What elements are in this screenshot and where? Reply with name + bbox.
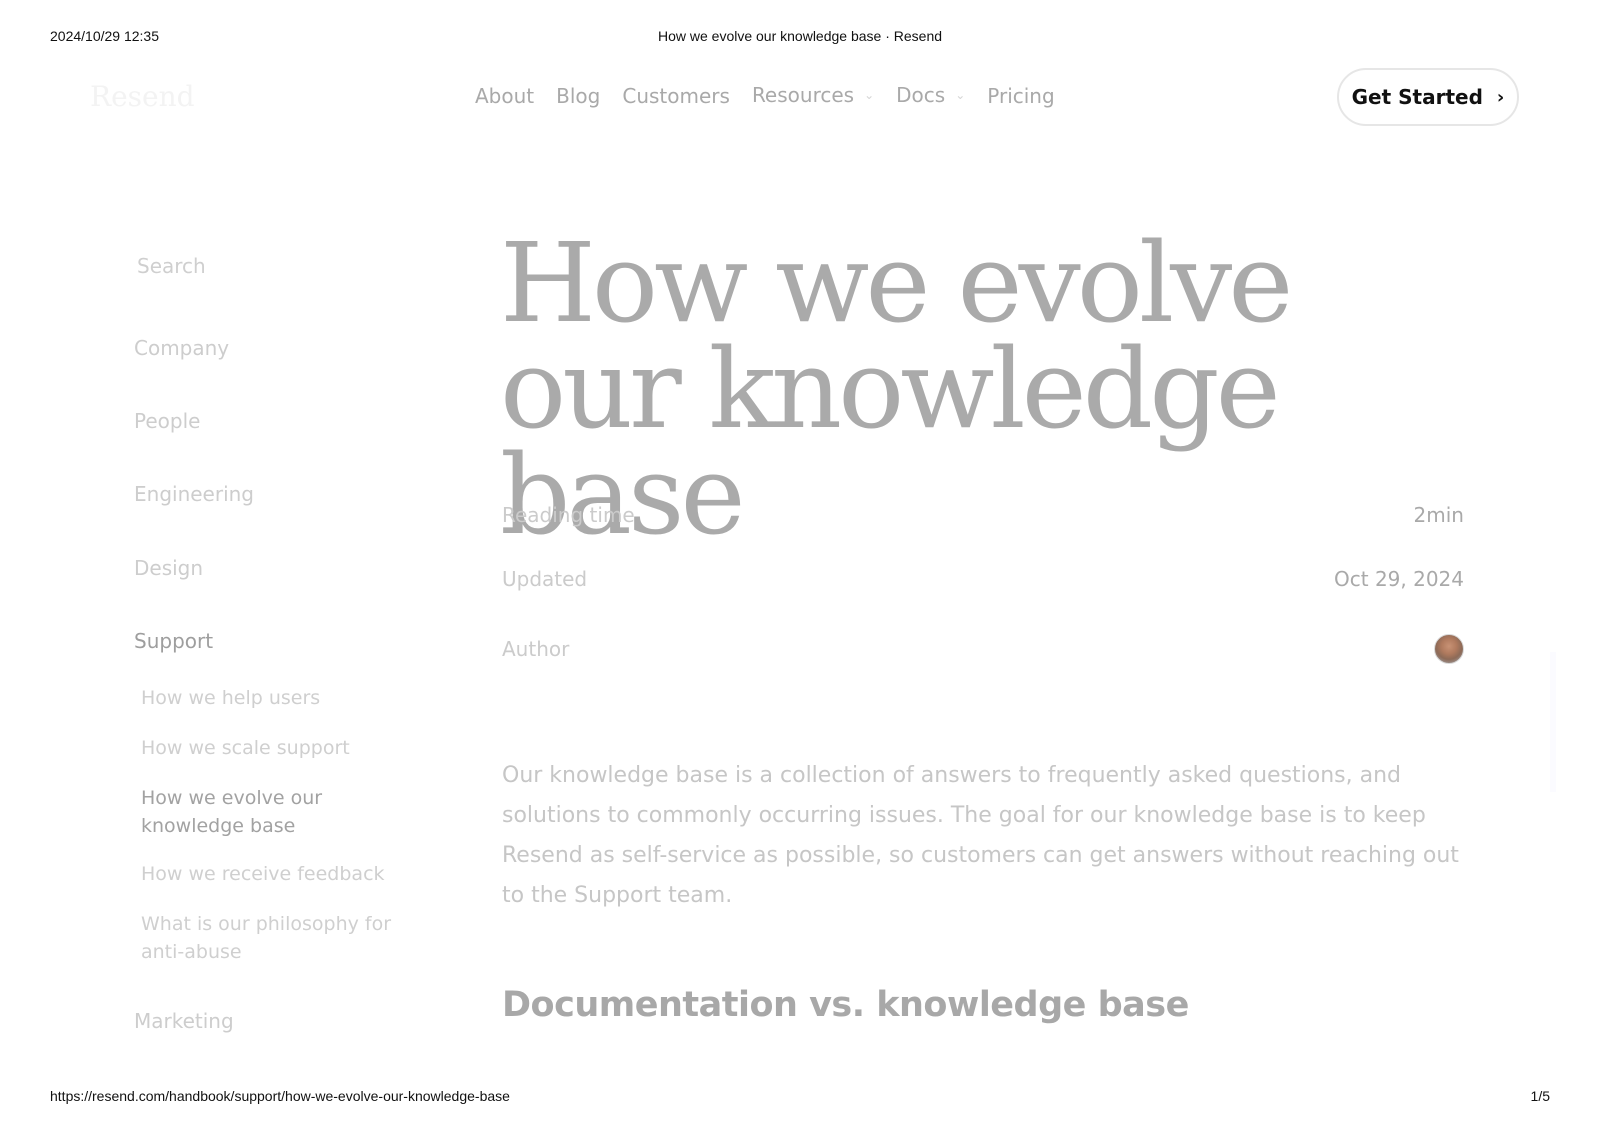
- intro-paragraph: Our knowledge base is a collection of an…: [502, 763, 1459, 908]
- reading-time-value: 2min: [1413, 503, 1464, 527]
- sidebar-item-engineering[interactable]: Engineering: [134, 482, 254, 506]
- updated-value: Oct 29, 2024: [1334, 567, 1464, 591]
- nav-resources-label: Resources: [751, 83, 855, 107]
- sidebar-item-support[interactable]: Support: [134, 629, 213, 653]
- chevron-down-icon: ⌄: [955, 88, 966, 102]
- sidebar-subitem-help-users[interactable]: How we help users: [141, 684, 411, 712]
- nav-about[interactable]: About: [475, 84, 534, 108]
- sidebar-subitem-evolve-knowledge-base[interactable]: How we evolve our knowledge base: [141, 784, 341, 840]
- sidebar-item-company[interactable]: Company: [134, 336, 229, 360]
- search-button[interactable]: Search: [137, 254, 424, 290]
- nav-docs[interactable]: Docs ⌄: [896, 83, 965, 107]
- nav-customers[interactable]: Customers: [622, 84, 730, 108]
- nav-pricing[interactable]: Pricing: [987, 84, 1054, 108]
- chevron-right-icon: ›: [1496, 86, 1505, 108]
- print-document-title: How we evolve our knowledge base · Resen…: [657, 28, 943, 44]
- sidebar-subitem-scale-support[interactable]: How we scale support: [141, 734, 411, 762]
- reading-time-label: Reading time: [502, 503, 635, 527]
- scroll-indicator: [1550, 652, 1556, 792]
- nav-customers-label: Customers: [622, 84, 730, 108]
- nav-blog[interactable]: Blog: [556, 84, 600, 108]
- page-title: How we evolve our knowledge base: [500, 219, 1293, 559]
- sidebar-subitem-receive-feedback[interactable]: How we receive feedback: [141, 860, 411, 888]
- sidebar-item-marketing[interactable]: Marketing: [134, 1009, 234, 1033]
- nav-resources[interactable]: Resources ⌄: [752, 83, 874, 107]
- nav-about-label: About: [475, 84, 535, 108]
- meta-reading-time: Reading time 2min: [502, 503, 1464, 527]
- updated-label: Updated: [502, 567, 588, 591]
- sidebar-subitem-anti-abuse[interactable]: What is our philosophy for anti-abuse: [141, 910, 403, 966]
- meta-author: Author: [502, 634, 1464, 664]
- get-started-button[interactable]: Get Started ›: [1337, 68, 1519, 126]
- section-heading: Documentation vs. knowledge base: [502, 985, 1189, 1025]
- nav-docs-label: Docs: [896, 83, 946, 107]
- main-nav: About Blog Customers Resources ⌄ Docs ⌄ Pr…: [475, 83, 1077, 108]
- nav-blog-label: Blog: [556, 84, 601, 108]
- print-page-number: 1/5: [1530, 1088, 1550, 1104]
- resend-logo[interactable]: Resend: [90, 80, 195, 113]
- get-started-label: Get Started: [1351, 85, 1483, 109]
- nav-pricing-label: Pricing: [987, 84, 1055, 108]
- sidebar-item-people[interactable]: People: [134, 409, 200, 433]
- chevron-down-icon: ⌄: [864, 88, 875, 102]
- author-label: Author: [502, 637, 570, 661]
- print-url: https://resend.com/handbook/support/how-…: [50, 1088, 510, 1104]
- author-avatar[interactable]: [1434, 634, 1464, 664]
- sidebar-item-design[interactable]: Design: [134, 556, 203, 580]
- meta-updated: Updated Oct 29, 2024: [502, 567, 1464, 591]
- handbook-sidebar: Search Company People Engineering Design…: [134, 254, 424, 1033]
